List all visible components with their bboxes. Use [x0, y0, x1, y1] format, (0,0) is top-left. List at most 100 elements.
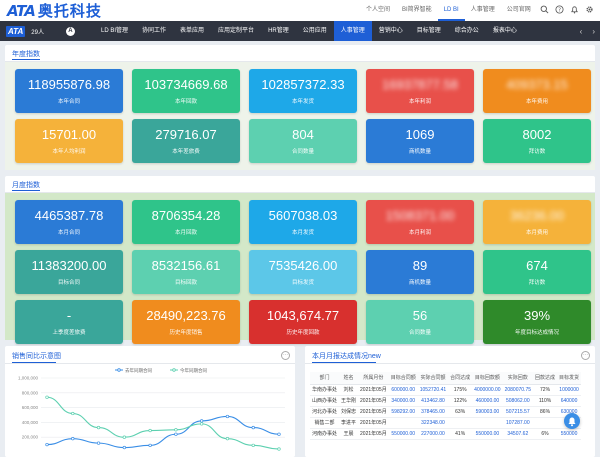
more-icon[interactable]: ··· — [281, 351, 290, 360]
floating-bell-button[interactable] — [564, 413, 580, 429]
data-point[interactable] — [45, 395, 49, 399]
kpi-card[interactable]: 8532156.61 目标回款 — [132, 250, 240, 294]
kpi-card[interactable]: 1043,674.77 历史年度回款 — [249, 300, 357, 344]
search-icon[interactable] — [540, 5, 549, 14]
brand-logo[interactable]: ATA 奥托科技 — [7, 0, 102, 21]
data-point[interactable] — [148, 428, 152, 433]
table-cell: 4000000.00 — [472, 384, 503, 396]
column-header[interactable]: 合同达成 — [448, 372, 473, 385]
bell-icon[interactable] — [570, 5, 579, 14]
column-header[interactable]: 所属月份 — [358, 372, 389, 385]
gear-icon[interactable] — [585, 5, 594, 14]
data-point[interactable] — [148, 443, 152, 447]
kpi-card[interactable]: 103734669.68 本年回款 — [132, 69, 240, 113]
kpi-card[interactable]: 118955876.98 本年合同 — [15, 69, 123, 113]
data-point[interactable] — [71, 437, 75, 441]
nav-item[interactable]: LD BI管理 — [94, 21, 135, 41]
kpi-card[interactable]: 279716.07 本年差旅费 — [132, 119, 240, 163]
top-link[interactable]: 人事管理 — [465, 0, 501, 21]
column-header[interactable]: 目标回款额 — [472, 372, 503, 385]
more-icon[interactable]: ··· — [581, 351, 590, 360]
kpi-card[interactable]: 8002 拜访数 — [483, 119, 591, 163]
kpi-card[interactable]: 36236.00 本月费用 — [483, 200, 591, 244]
chevron-left-icon[interactable]: ‹ — [580, 27, 583, 36]
table-row[interactable]: 销售二部 李进平 2021年05月 322348.00 107287.00 — [310, 417, 582, 429]
nav-item[interactable]: 人事管理 — [333, 21, 372, 41]
kpi-card[interactable]: 56 合同数量 — [366, 300, 474, 344]
kpi-card[interactable]: 89 商机数量 — [366, 250, 474, 294]
table-cell: 河北办事处 — [310, 406, 340, 418]
column-header[interactable]: 实际回款 — [502, 372, 534, 385]
y-tick-label: 200,000 — [22, 435, 39, 440]
data-point[interactable] — [200, 422, 204, 426]
column-header[interactable]: 姓名 — [339, 372, 359, 385]
table-row[interactable]: 华南办事处 刘松 2021年05月 600000.00 1052720.41 175% 40… — [310, 384, 582, 396]
kpi-card[interactable]: 674 拜访数 — [483, 250, 591, 294]
data-point[interactable] — [251, 425, 255, 430]
chevron-right-icon[interactable]: › — [592, 27, 595, 36]
data-point[interactable] — [174, 432, 178, 436]
kpi-card[interactable]: 11383200.00 目标合同 — [15, 250, 123, 294]
nav-item[interactable]: 表单应用 — [173, 21, 211, 41]
data-point[interactable] — [45, 442, 49, 447]
nav-item[interactable]: 目标管理 — [410, 21, 448, 41]
data-point[interactable] — [225, 437, 230, 441]
data-point[interactable] — [174, 428, 178, 432]
kpi-card[interactable]: 39% 年度目标达成情况 — [483, 300, 591, 344]
kpi-card[interactable]: 16937877.58 本年利润 — [366, 69, 474, 113]
kpi-card[interactable]: 1508371.00 本月利润 — [366, 200, 474, 244]
nav-item[interactable]: 营销中心 — [372, 21, 410, 41]
data-point[interactable] — [96, 441, 101, 445]
table-row[interactable]: 河南办事处 王晨 2021年05月 550000.00 227000.00 41% 5500… — [310, 428, 582, 440]
table-cell: 550000 — [557, 428, 582, 440]
nav-item[interactable]: HR管理 — [261, 21, 296, 41]
kpi-value: 36236.00 — [509, 208, 565, 223]
kpi-card[interactable]: 28490,223.76 历史年度销售 — [132, 300, 240, 344]
kpi-card[interactable]: 409373.15 本年费用 — [483, 69, 591, 113]
data-point[interactable] — [71, 411, 75, 416]
nav-item[interactable]: 报表中心 — [486, 21, 524, 41]
monthly-index-panel: 月度指数 4465387.78 本月合同 8706354.28 本月回款 5607038… — [5, 176, 595, 344]
user-avatar[interactable]: A — [65, 26, 75, 36]
kpi-card[interactable]: 804 合同数量 — [249, 119, 357, 163]
table-row[interactable]: 山西办事处 王华刚 2021年05月 340000.00 413462.80 122% 46… — [310, 395, 582, 407]
nav-item[interactable]: 应用定制平台 — [211, 21, 261, 41]
top-link[interactable]: 公司官网 — [501, 0, 537, 21]
table-cell: 640000 — [557, 395, 582, 407]
kpi-card[interactable]: 1069 商机数量 — [366, 119, 474, 163]
kpi-card[interactable]: 5607038.03 本月发货 — [249, 200, 357, 244]
table-row[interactable]: 河北办事处 刘保忠 2021年05月 598292.00 378465.00 63% 590… — [310, 406, 582, 418]
top-link[interactable]: 个人空间 — [360, 0, 396, 21]
kpi-card[interactable]: 15701.00 本年人均利润 — [15, 119, 123, 163]
kpi-card[interactable]: - 上季度差旅费 — [15, 300, 123, 344]
kpi-card[interactable]: 102857372.33 本年发货 — [249, 69, 357, 113]
data-point[interactable] — [277, 432, 281, 436]
column-header[interactable]: 目标发货 — [557, 372, 582, 385]
kpi-card[interactable]: 8706354.28 本月回款 — [132, 200, 240, 244]
column-header[interactable]: 目标合同额 — [388, 372, 418, 385]
help-icon[interactable]: ? — [555, 5, 564, 14]
data-point[interactable] — [200, 419, 204, 423]
data-point[interactable] — [122, 435, 126, 439]
data-point[interactable] — [251, 443, 255, 447]
nav-logo[interactable]: ATA 29人 — [6, 25, 44, 37]
column-header[interactable]: 实际合同额 — [417, 372, 449, 385]
kpi-label: 目标回款 — [174, 280, 197, 286]
y-tick-label: 400,000 — [22, 420, 39, 425]
table-cell: 6% — [533, 428, 558, 440]
data-point[interactable] — [96, 425, 101, 430]
kpi-card[interactable]: 7535426.00 目标发货 — [249, 250, 357, 294]
top-link[interactable]: BI简界智能 — [396, 0, 438, 21]
column-header[interactable]: 部门 — [310, 372, 340, 385]
data-point[interactable] — [277, 447, 281, 451]
nav-item[interactable]: 综合办公 — [448, 21, 486, 41]
data-point[interactable] — [225, 414, 230, 419]
report-table: 部门 姓名 所属月份 目标合同额 实际合同额 合同达成 目标回款额 实际回款 回款达成 目标发货 … — [310, 372, 582, 440]
column-header[interactable]: 回款达成 — [533, 372, 558, 385]
data-point[interactable] — [122, 445, 126, 450]
table-cell: 王华刚 — [339, 395, 359, 407]
top-link[interactable]: LD BI — [437, 0, 465, 21]
kpi-card[interactable]: 4465387.78 本月合同 — [15, 200, 123, 244]
nav-item[interactable]: 协同工作 — [135, 21, 173, 41]
nav-item[interactable]: 公用应用 — [296, 21, 334, 41]
